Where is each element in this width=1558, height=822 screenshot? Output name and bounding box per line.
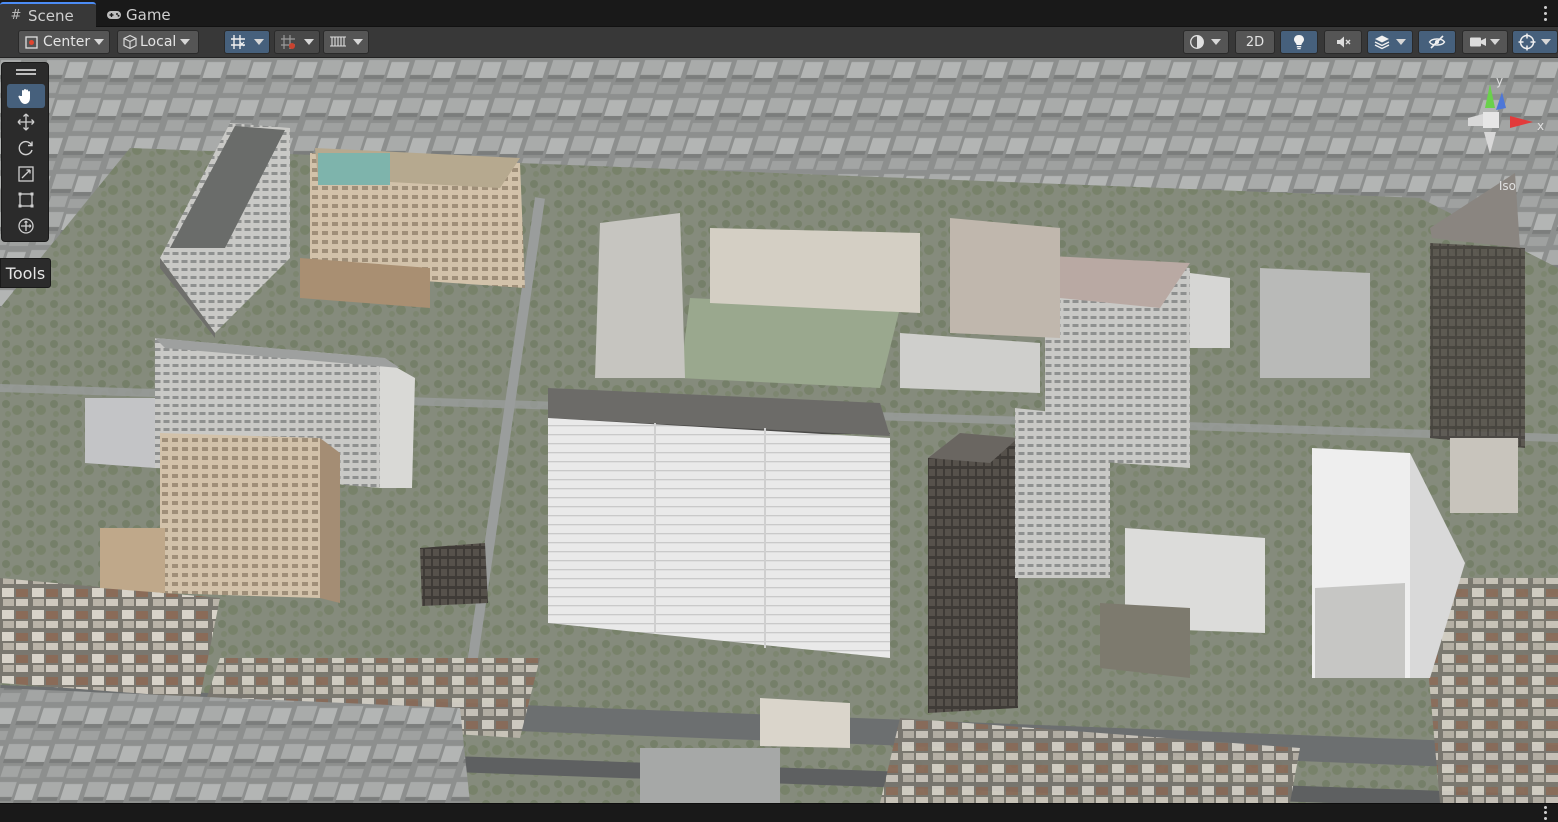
orientation-gizmo[interactable]: y x: [1438, 70, 1548, 170]
gizmo-y-label: y: [1496, 74, 1504, 88]
gizmo-negative-y-cone[interactable]: [1484, 132, 1496, 154]
more-options-icon[interactable]: [1540, 4, 1550, 22]
effects-dropdown[interactable]: [1367, 30, 1413, 54]
rect-tool-button[interactable]: [7, 188, 45, 212]
bottom-panel-bar: [0, 803, 1558, 822]
chevron-down-icon: [1490, 39, 1500, 45]
scene-visibility-toggle[interactable]: [1418, 30, 1456, 54]
increment-snap-toggle[interactable]: [274, 30, 320, 54]
rect-transform-icon: [17, 191, 35, 209]
pivot-space-dropdown[interactable]: Local: [117, 30, 199, 54]
transform-icon: [17, 217, 35, 235]
tools-overlay-panel: [1, 62, 49, 242]
gizmos-dropdown[interactable]: [1512, 30, 1558, 54]
grid-snap-icon: [230, 34, 246, 50]
eye-off-icon: [1428, 34, 1446, 50]
chevron-down-icon: [304, 39, 314, 45]
mode-2d-toggle[interactable]: 2D: [1235, 30, 1275, 54]
transform-tool-button[interactable]: [7, 214, 45, 238]
rotate-icon: [17, 139, 35, 157]
gizmo-x-label: x: [1537, 119, 1545, 133]
tools-overlay-label[interactable]: Tools: [0, 258, 51, 288]
grid-visibility-toggle[interactable]: [323, 30, 369, 54]
gizmo-crosshair-icon: [1518, 33, 1536, 51]
grid-snap-toggle[interactable]: [224, 30, 270, 54]
hash-icon: #: [10, 8, 22, 23]
city-scene-render: [0, 58, 1558, 803]
scene-viewport[interactable]: [0, 58, 1558, 803]
move-tool-button[interactable]: [7, 110, 45, 134]
scene-toolbar: Center Local 2D: [0, 27, 1558, 58]
tab-game-label: Game: [126, 5, 171, 24]
pivot-mode-dropdown[interactable]: Center: [18, 30, 110, 54]
scale-icon: [17, 165, 35, 183]
chevron-down-icon: [1396, 39, 1406, 45]
gizmo-axis-y-cone[interactable]: [1485, 84, 1495, 108]
chevron-down-icon: [94, 39, 105, 45]
gizmo-axis-z-cone[interactable]: [1496, 92, 1506, 110]
tab-scene[interactable]: # Scene: [0, 2, 96, 27]
shaded-sphere-icon: [1189, 34, 1205, 50]
pivot-space-label: Local: [140, 34, 177, 50]
chevron-down-icon: [180, 39, 191, 45]
draw-mode-dropdown[interactable]: [1183, 30, 1229, 54]
gizmo-axis-x-cone[interactable]: [1510, 116, 1533, 128]
speaker-mute-icon: [1335, 34, 1351, 50]
camera-settings-dropdown[interactable]: [1462, 30, 1508, 54]
chevron-down-icon: [1541, 39, 1551, 45]
drag-handle-icon[interactable]: [16, 69, 36, 75]
increment-snap-icon: [280, 34, 296, 50]
audio-toggle[interactable]: [1324, 30, 1362, 54]
chevron-down-icon: [353, 39, 363, 45]
camera-icon: [1469, 34, 1487, 50]
hand-tool-button[interactable]: [7, 84, 45, 108]
tab-scene-label: Scene: [28, 6, 74, 25]
pivot-mode-label: Center: [43, 34, 91, 50]
lighting-toggle[interactable]: [1280, 30, 1318, 54]
chevron-down-icon: [1211, 39, 1221, 45]
tab-game[interactable]: Game: [98, 2, 178, 27]
grid-ruler-icon: [329, 34, 347, 50]
hand-icon: [17, 87, 35, 105]
effects-layers-icon: [1373, 34, 1391, 50]
projection-mode-label[interactable]: Iso: [1499, 179, 1516, 193]
gizmo-center-cube[interactable]: [1483, 112, 1499, 128]
move-arrows-icon: [17, 113, 35, 131]
editor-tab-bar: # Scene Game: [0, 0, 1558, 27]
gamepad-icon: [106, 7, 122, 23]
pivot-icon: [24, 34, 40, 50]
cube-icon: [122, 34, 138, 50]
gizmo-negative-x-cone[interactable]: [1468, 114, 1483, 126]
rotate-tool-button[interactable]: [7, 136, 45, 160]
more-options-icon[interactable]: [1540, 805, 1550, 821]
scale-tool-button[interactable]: [7, 162, 45, 186]
chevron-down-icon: [254, 39, 264, 45]
lightbulb-icon: [1292, 34, 1306, 50]
mode-2d-label: 2D: [1245, 34, 1265, 50]
